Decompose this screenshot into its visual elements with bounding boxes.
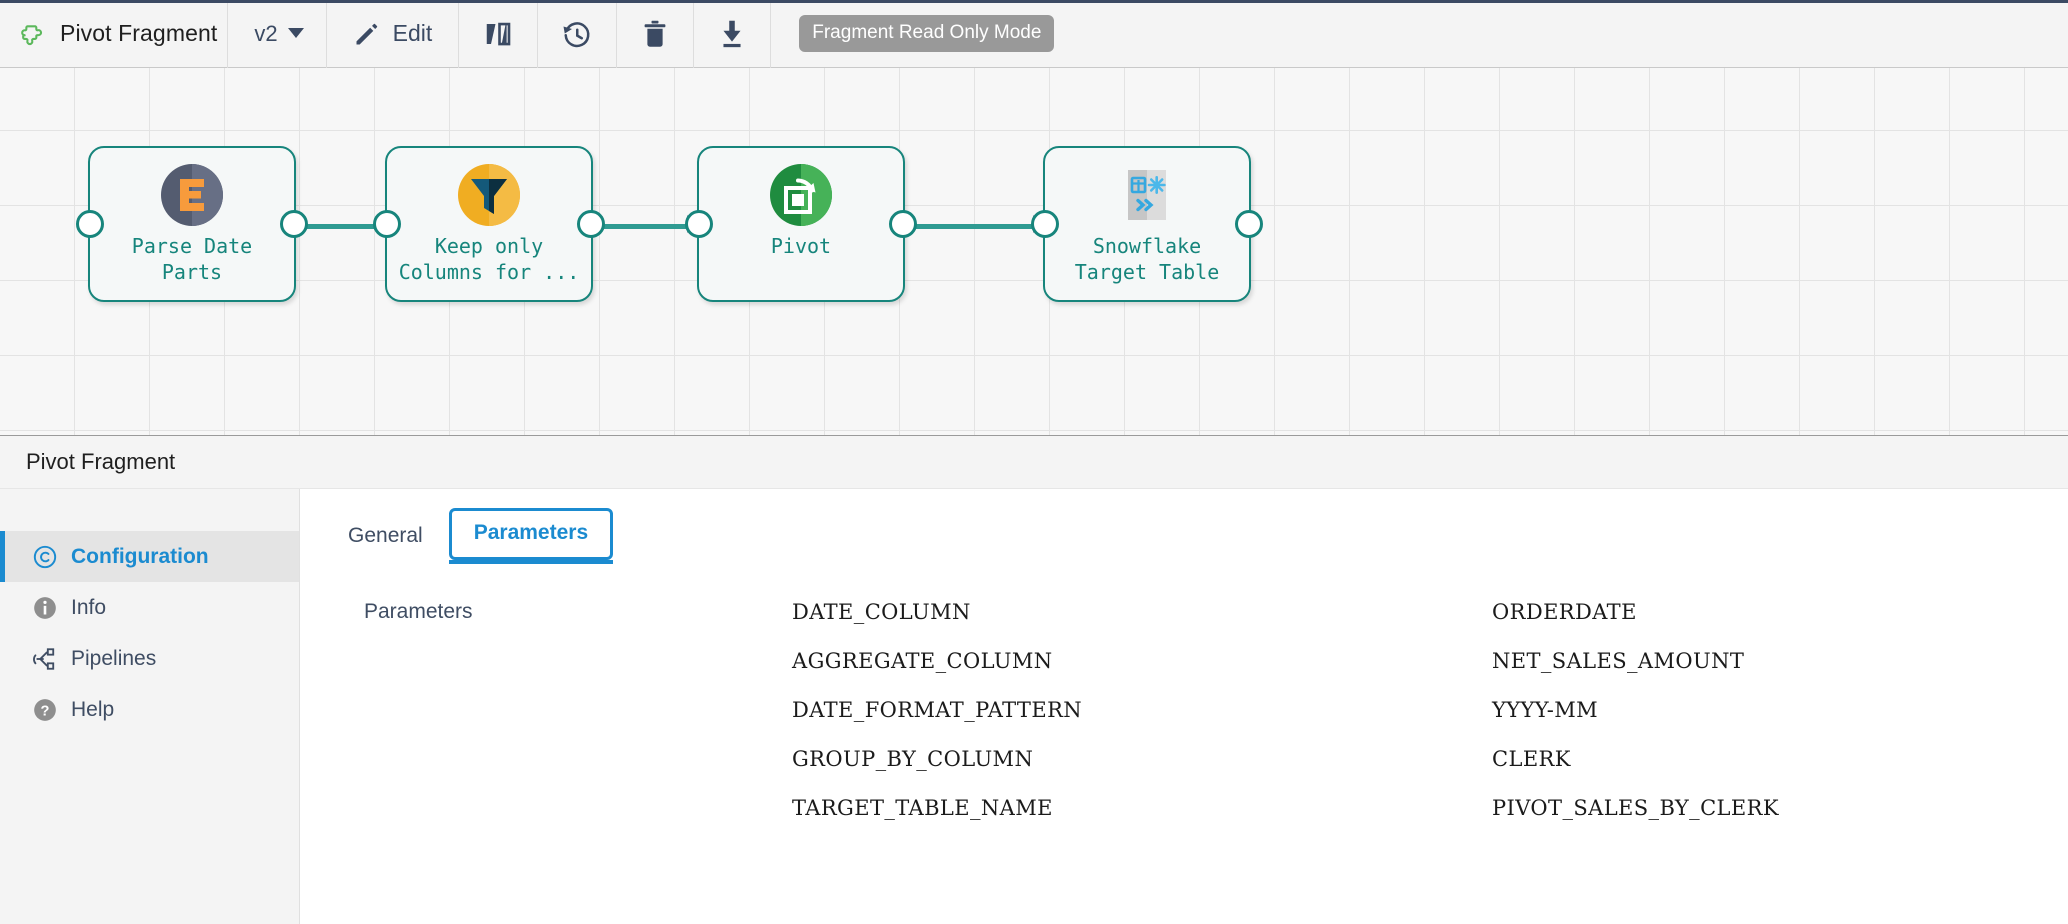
trash-icon (641, 19, 669, 49)
pivot-rotate-icon (770, 164, 832, 226)
sidebar-item-label: Help (71, 698, 114, 722)
edge-pivot-to-snowflake (908, 224, 1045, 229)
table-row: AGGREGATE_COLUMN NET_SALES_AMOUNT (792, 649, 2068, 698)
parameter-name: GROUP_BY_COLUMN (792, 747, 1492, 771)
info-circle-icon (32, 595, 58, 621)
version-selector[interactable]: v2 (228, 0, 326, 68)
tab-parameters[interactable]: Parameters (449, 508, 613, 560)
svg-text:?: ? (41, 703, 50, 719)
edit-button[interactable]: Edit (327, 0, 460, 68)
node-input-port[interactable] (1031, 210, 1059, 238)
parameter-name: TARGET_TABLE_NAME (792, 796, 1492, 820)
history-button[interactable] (538, 0, 617, 68)
pipeline-node-pivot[interactable]: Pivot (697, 146, 905, 302)
sidebar-item-label: Configuration (71, 545, 209, 569)
parameters-caption: Parameters (322, 600, 792, 845)
node-label: Parse Date Parts (94, 234, 290, 285)
node-label: Keep only Columns for ... (391, 234, 587, 285)
table-row: TARGET_TABLE_NAME PIVOT_SALES_BY_CLERK (792, 796, 2068, 845)
parameter-value: NET_SALES_AMOUNT (1492, 649, 1744, 673)
fragment-identity: Pivot Fragment (0, 0, 228, 68)
config-circle-c-icon (32, 544, 58, 570)
node-input-port[interactable] (685, 210, 713, 238)
version-label: v2 (254, 21, 277, 47)
parameter-name: DATE_FORMAT_PATTERN (792, 698, 1492, 722)
parameter-name: AGGREGATE_COLUMN (792, 649, 1492, 673)
pencil-icon (353, 20, 381, 48)
node-output-port[interactable] (1235, 210, 1263, 238)
delete-button[interactable] (617, 0, 694, 68)
panel-main: General Parameters Parameters DATE_COLUM… (300, 489, 2068, 924)
node-output-port[interactable] (577, 210, 605, 238)
sidebar-item-label: Info (71, 596, 106, 620)
pipeline-node-parse-date-parts[interactable]: Parse Date Parts (88, 146, 296, 302)
node-input-port[interactable] (373, 210, 401, 238)
panel-header: Pivot Fragment (0, 436, 2068, 489)
detail-sidebar: Configuration Info (0, 489, 300, 924)
app-toolbar: Pivot Fragment v2 Edit (0, 0, 2068, 68)
pipelines-graph-icon (32, 646, 58, 672)
parameter-value: CLERK (1492, 747, 1571, 771)
chevron-down-icon (288, 28, 304, 39)
edge-keep-to-pivot (596, 224, 699, 229)
panel-title: Pivot Fragment (26, 449, 175, 475)
node-label: Snowflake Target Table (1049, 234, 1245, 285)
sidebar-item-pipelines[interactable]: Pipelines (0, 633, 299, 684)
detail-panel: Pivot Fragment Configuration (0, 435, 2068, 924)
sidebar-item-help[interactable]: ? Help (0, 684, 299, 735)
pipeline-node-snowflake-target-table[interactable]: Snowflake Target Table (1043, 146, 1251, 302)
puzzle-piece-icon (16, 19, 46, 49)
parameters-section: Parameters DATE_COLUMN ORDERDATE AGGREGA… (322, 564, 2068, 845)
expression-e-icon (161, 164, 223, 226)
fragment-title: Pivot Fragment (60, 20, 217, 47)
parameter-name: DATE_COLUMN (792, 600, 1492, 624)
parameter-value: ORDERDATE (1492, 600, 1637, 624)
node-input-port[interactable] (76, 210, 104, 238)
parameters-table: DATE_COLUMN ORDERDATE AGGREGATE_COLUMN N… (792, 600, 2068, 845)
pipeline-canvas[interactable]: Parse Date Parts Keep only Columns for .… (0, 68, 2068, 435)
download-button[interactable] (694, 0, 771, 68)
filter-funnel-icon (458, 164, 520, 226)
history-clock-icon (562, 19, 592, 49)
question-circle-icon: ? (32, 697, 58, 723)
table-row: DATE_COLUMN ORDERDATE (792, 600, 2068, 649)
sidebar-item-configuration[interactable]: Configuration (0, 531, 299, 582)
node-output-port[interactable] (280, 210, 308, 238)
tab-strip: General Parameters (322, 489, 2068, 564)
status-badge: Fragment Read Only Mode (799, 15, 1054, 52)
tab-general[interactable]: General (322, 514, 449, 564)
snowflake-table-icon (1116, 164, 1178, 226)
parameter-value: PIVOT_SALES_BY_CLERK (1492, 796, 1779, 820)
table-row: DATE_FORMAT_PATTERN YYYY-MM (792, 698, 2068, 747)
pipeline-node-keep-only-columns[interactable]: Keep only Columns for ... (385, 146, 593, 302)
parameter-value: YYYY-MM (1492, 698, 1598, 722)
node-output-port[interactable] (889, 210, 917, 238)
compare-versions-icon (483, 19, 513, 49)
node-label: Pivot (703, 234, 899, 260)
sidebar-item-label: Pipelines (71, 647, 156, 671)
sidebar-item-info[interactable]: Info (0, 582, 299, 633)
download-icon (718, 19, 746, 49)
table-row: GROUP_BY_COLUMN CLERK (792, 747, 2068, 796)
compare-versions-button[interactable] (459, 0, 538, 68)
edit-label: Edit (393, 20, 433, 47)
